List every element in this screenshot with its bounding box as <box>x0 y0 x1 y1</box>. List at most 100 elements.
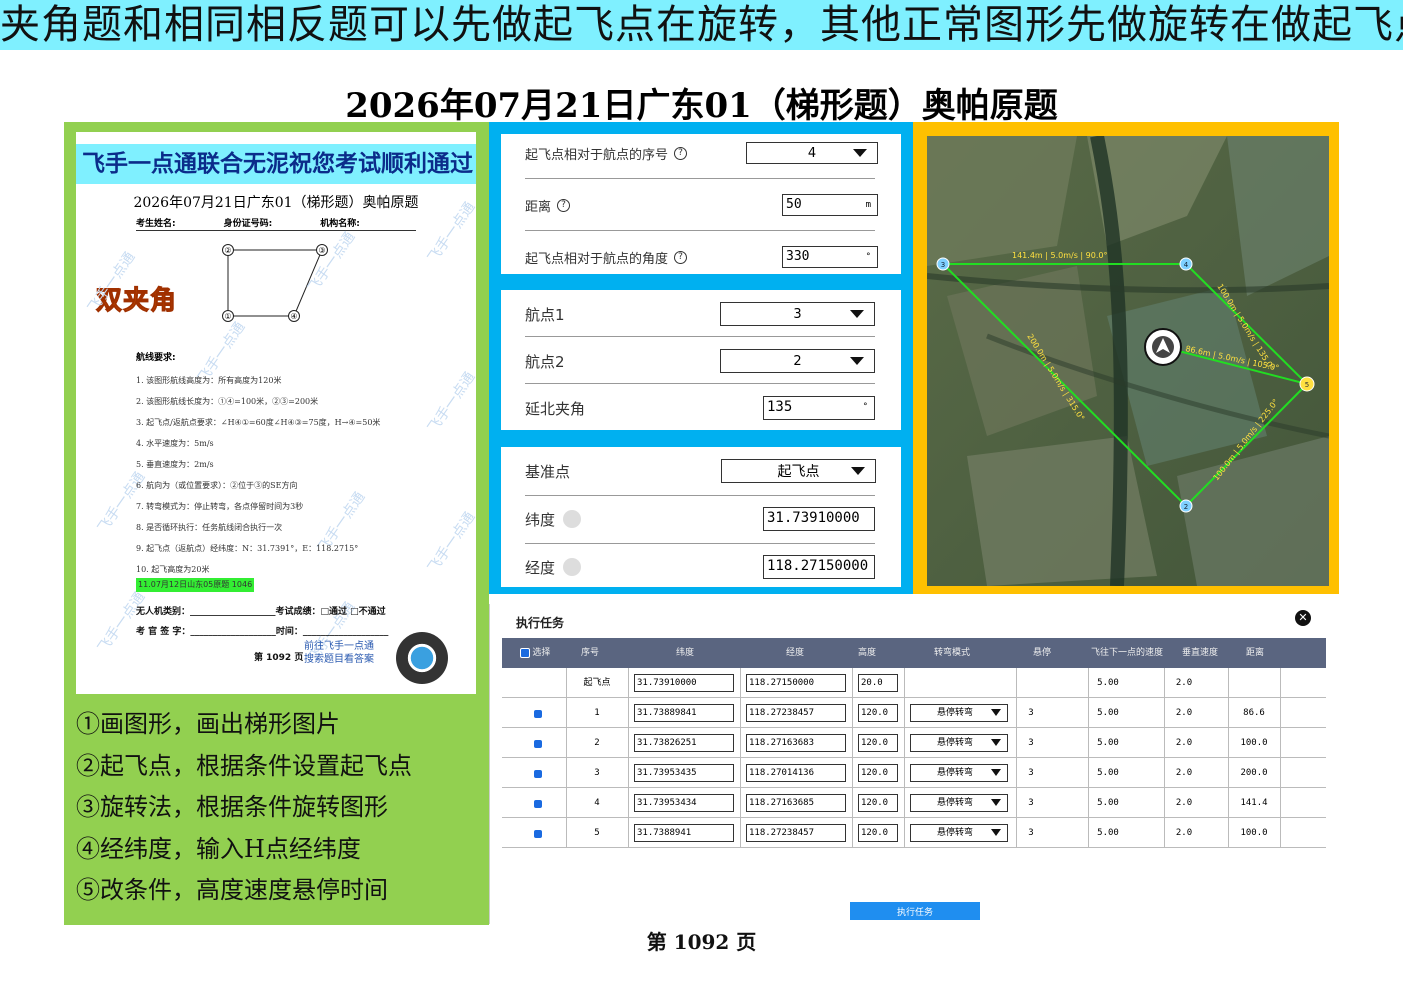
checkbox-icon[interactable] <box>519 647 530 658</box>
table-row: 2 31.73826251 118.27163683 120.0 悬停转弯 3 5.00 2.… <box>502 728 1326 758</box>
steps-list: ①画图形，画出梯形图片 ②起飞点，根据条件设置起飞点 ③旋转法，根据条件旋转图形… <box>76 704 412 912</box>
watermark: 飞手一点通 <box>95 589 149 656</box>
row-checkbox[interactable] <box>534 830 542 838</box>
distance-input[interactable]: 50 m <box>782 194 878 216</box>
turn-mode-select[interactable]: 悬停转弯 <box>910 824 1008 842</box>
seq-cell: 5 <box>594 828 600 838</box>
header-alt: 高度 <box>857 648 876 658</box>
header-seq: 序号 <box>580 648 599 658</box>
hover-cell: 3 <box>1028 768 1034 778</box>
requirement-item: 2. 该图形航线长度为：①④=100米，②③=200米 <box>136 397 319 406</box>
wp1-select-value: 3 <box>793 306 802 322</box>
lon-input[interactable]: 118.27238457 <box>746 824 846 842</box>
chevron-down-icon <box>850 357 864 365</box>
vspeed-cell: 2.0 <box>1175 828 1193 838</box>
waypoint-label: 2 <box>1184 503 1188 511</box>
step-item: ④经纬度，输入H点经纬度 <box>76 834 361 863</box>
lon-input[interactable]: 118.27238457 <box>746 704 846 722</box>
wp2-label: 航点2 <box>525 352 565 371</box>
lat-input[interactable]: 31.73826251 <box>634 734 734 752</box>
help-icon[interactable]: ? <box>674 146 688 160</box>
seq-cell: 3 <box>594 768 600 778</box>
table-row: 5 31.7388941 118.27238457 120.0 悬停转弯 3 5.00 2.0… <box>502 818 1326 848</box>
lat-input[interactable]: 31.73953434 <box>634 794 734 812</box>
row-checkbox[interactable] <box>534 800 542 808</box>
field-id: 身份证号码: <box>223 219 273 229</box>
lat-input[interactable]: 31.7388941 <box>634 824 734 842</box>
header-speed: 飞往下一点的速度 <box>1090 648 1163 658</box>
paper-title: 2026年07月21日广东01（梯形题）奥帕原题 <box>133 195 419 211</box>
requirement-item: 10. 起飞高度为20米 <box>136 565 210 574</box>
lon-input[interactable]: 118.27163685 <box>746 794 846 812</box>
row-checkbox[interactable] <box>534 770 542 778</box>
latitude-input[interactable]: 31.73910000 <box>763 507 875 531</box>
reference-select[interactable]: 起飞点 <box>721 459 876 483</box>
speed-cell: 5.00 <box>1097 798 1119 808</box>
header-turn: 转弯模式 <box>933 648 970 658</box>
step-item: ①画图形，画出梯形图片 <box>76 710 340 738</box>
row-checkbox[interactable] <box>534 740 542 748</box>
alt-input[interactable]: 120.0 <box>858 794 898 812</box>
vspeed-cell: 2.0 <box>1175 768 1193 778</box>
turn-mode-select[interactable]: 悬停转弯 <box>910 764 1008 782</box>
lat-input[interactable]: 31.73910000 <box>634 674 734 692</box>
help-icon[interactable]: ? <box>557 198 571 212</box>
hover-cell: 3 <box>1028 828 1034 838</box>
lon-input[interactable]: 118.27014136 <box>746 764 846 782</box>
angle-input[interactable]: 330 ° <box>782 246 878 268</box>
lat-input[interactable]: 31.73889841 <box>634 704 734 722</box>
equals-icon <box>563 558 582 576</box>
seq-select[interactable]: 4 <box>746 142 878 164</box>
speed-cell: 5.00 <box>1097 828 1119 838</box>
alt-input[interactable]: 120.0 <box>858 764 898 782</box>
chevron-down-icon <box>991 829 1001 836</box>
wp1-select[interactable]: 3 <box>720 302 875 326</box>
angle-unit: ° <box>865 252 871 262</box>
header-dist: 距离 <box>1245 648 1264 658</box>
speed-cell: 5.00 <box>1097 678 1119 688</box>
lat-input[interactable]: 31.73953435 <box>634 764 734 782</box>
header-select-label: 选择 <box>532 648 551 658</box>
waypoint-label: 4 <box>1184 261 1189 269</box>
turn-mode-value: 悬停转弯 <box>937 708 974 718</box>
reference-card: 基准点 起飞点 纬度 31.73910000 经度 118.27150000 <box>501 447 901 587</box>
close-icon[interactable]: ✕ <box>1295 610 1311 626</box>
execute-task-button[interactable]: 执行任务 <box>850 902 980 920</box>
turn-mode-value: 悬停转弯 <box>937 798 974 808</box>
chevron-down-icon <box>991 739 1001 746</box>
field-name: 考生姓名: <box>136 219 176 229</box>
turn-mode-select[interactable]: 悬停转弯 <box>910 734 1008 752</box>
waypoint-label: 5 <box>1305 381 1309 389</box>
turn-mode-select[interactable]: 悬停转弯 <box>910 794 1008 812</box>
wp2-select-value: 2 <box>793 353 802 369</box>
help-icon[interactable]: ? <box>674 250 688 264</box>
rotation-card: 航点1 3 航点2 2 延北夹角 135 ° <box>501 290 901 430</box>
turn-mode-value: 悬停转弯 <box>937 738 974 748</box>
satellite-map[interactable]: 141.4m | 5.0m/s | 90.0° 100.0m | 5.0m/s … <box>927 136 1329 586</box>
alt-input[interactable]: 120.0 <box>858 824 898 842</box>
chevron-down-icon <box>991 799 1001 806</box>
row-checkbox[interactable] <box>534 710 542 718</box>
longitude-input[interactable]: 118.27150000 <box>763 555 875 579</box>
speed-cell: 5.00 <box>1097 738 1119 748</box>
lon-input[interactable]: 118.27163683 <box>746 734 846 752</box>
paper-page-number: 第 1092 页 <box>254 653 304 663</box>
step-item: ②起飞点，根据条件设置起飞点 <box>76 751 412 780</box>
alt-input[interactable]: 120.0 <box>858 734 898 752</box>
seq-label: 起飞点相对于航点的序号 <box>525 147 669 163</box>
seq-cell: 1 <box>594 708 600 718</box>
header-select[interactable]: 选择 <box>510 638 560 668</box>
wp2-select[interactable]: 2 <box>720 349 875 373</box>
hover-cell: 3 <box>1028 738 1034 748</box>
lon-input[interactable]: 118.27150000 <box>746 674 846 692</box>
turn-mode-select[interactable]: 悬停转弯 <box>910 704 1008 722</box>
alt-input[interactable]: 120.0 <box>858 704 898 722</box>
north-angle-input[interactable]: 135 ° <box>763 396 875 420</box>
map-canvas[interactable]: 141.4m | 5.0m/s | 90.0° 100.0m | 5.0m/s … <box>927 136 1329 586</box>
seq-cell: 起飞点 <box>583 678 611 688</box>
answer-link[interactable]: 前往飞手一点通 搜索题目看答案 <box>304 640 374 666</box>
alt-input[interactable]: 20.0 <box>858 674 898 692</box>
field-org: 机构名称: <box>320 219 360 229</box>
requirement-item: 9. 起飞点（返航点）经纬度：N：31.7391°，E：118.2715° <box>136 544 359 553</box>
hover-cell: 3 <box>1028 708 1034 718</box>
